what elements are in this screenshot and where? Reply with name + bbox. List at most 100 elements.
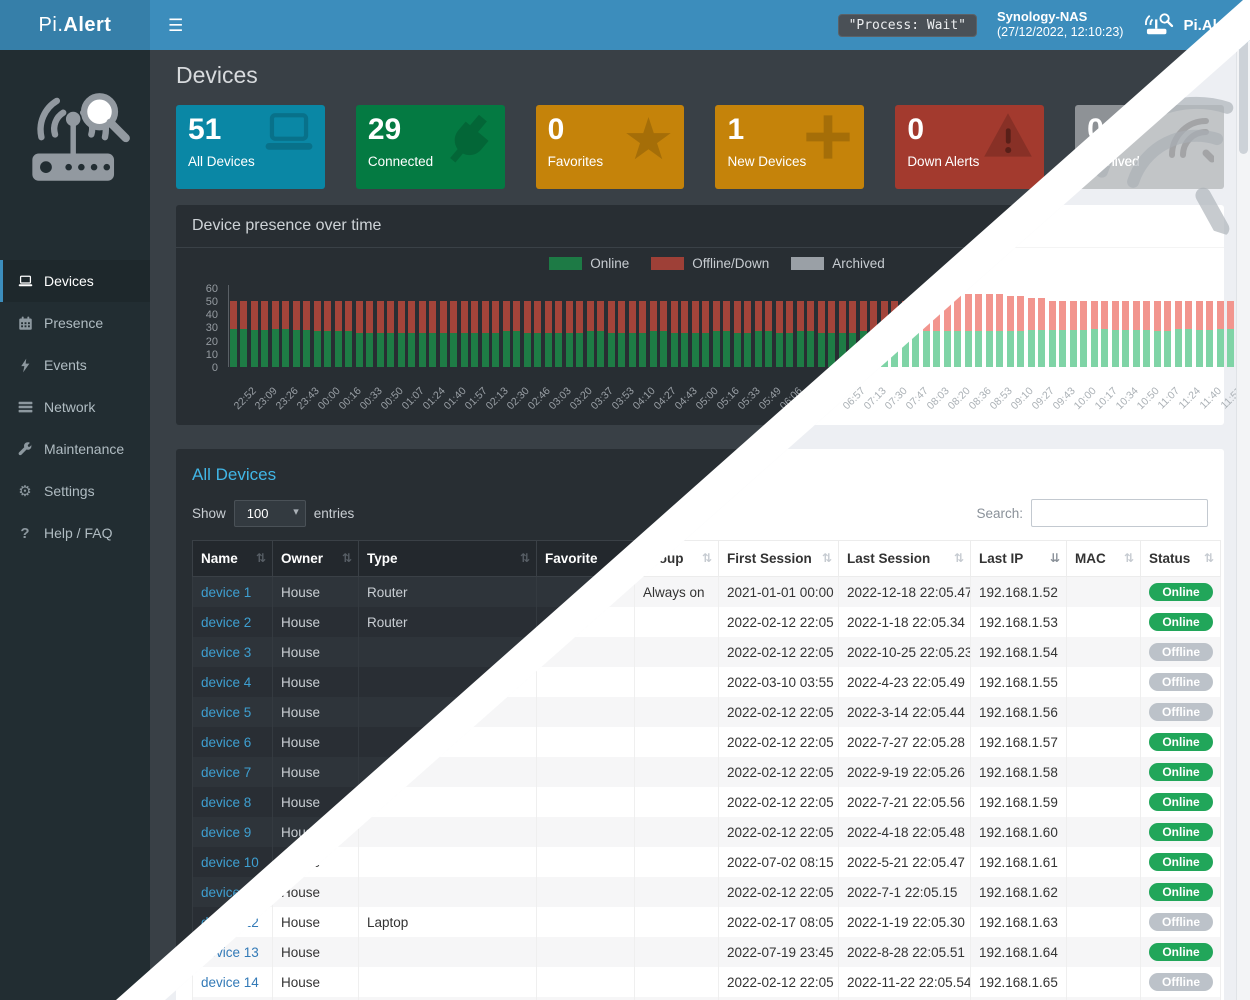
stacked-bar (597, 301, 604, 367)
bar-group (440, 301, 461, 367)
legend-swatch (651, 257, 684, 270)
bar-group (293, 301, 314, 367)
x-tick: 03:53 (606, 371, 627, 415)
x-tick: 04:43 (669, 371, 690, 415)
bar-group (818, 301, 839, 367)
column-label: Favorite (545, 551, 598, 566)
column-header-favorite[interactable]: Favorite⇅ (537, 541, 635, 577)
device-link[interactable]: device 10 (201, 855, 259, 870)
cell-owner: House (273, 607, 359, 637)
x-tick: 03:37 (585, 371, 606, 415)
x-tick: 01:57 (459, 371, 480, 415)
stacked-bar (744, 301, 751, 367)
stacked-bar (576, 301, 583, 367)
bar-group (608, 301, 629, 367)
stacked-bar (524, 301, 531, 367)
sidebar-item-settings[interactable]: ⚙Settings (0, 470, 150, 512)
bar-group (482, 301, 503, 367)
stacked-bar (818, 301, 825, 367)
device-link[interactable]: device 9 (201, 825, 251, 840)
card-favorites[interactable]: 0Favorites★ (536, 105, 685, 189)
x-tick: 05:49 (753, 371, 774, 415)
cell-name: device 2 (193, 607, 273, 637)
stacked-bar (230, 301, 237, 367)
stacked-bar (303, 301, 310, 367)
sidebar-item-events[interactable]: Events (0, 344, 150, 386)
sidebar-item-help-faq[interactable]: ?Help / FAQ (0, 512, 150, 554)
stacked-bar (555, 301, 562, 367)
entries-control: Show 100 entries (192, 500, 354, 527)
cell-type (359, 637, 537, 667)
stacked-bar (240, 301, 247, 367)
stacked-bar (702, 301, 709, 367)
warning-icon (982, 111, 1034, 164)
sidebar-toggle-hamburger-icon[interactable]: ☰ (168, 17, 183, 34)
stacked-bar (503, 301, 510, 367)
sidebar-item-network[interactable]: Network (0, 386, 150, 428)
legend-swatch (791, 257, 824, 270)
stacked-bar (755, 301, 762, 367)
device-link[interactable]: device 6 (201, 735, 251, 750)
device-link[interactable]: device 4 (201, 675, 251, 690)
summary-cards: 51All Devices 29Connected 0Favorites★ 1New … (176, 105, 1224, 189)
chart-y-axis: 0102030405060 (192, 286, 222, 368)
sidebar-item-devices[interactable]: Devices (0, 260, 150, 302)
sidebar-item-maintenance[interactable]: Maintenance (0, 428, 150, 470)
wrench-icon (15, 442, 35, 457)
legend-offline-down: Offline/Down (651, 256, 769, 271)
device-link[interactable]: device 7 (201, 765, 251, 780)
stacked-bar (776, 301, 783, 367)
bar-group (419, 301, 440, 367)
column-header-owner[interactable]: Owner⇅ (273, 541, 359, 577)
cell-name: device 11 (193, 877, 273, 907)
cell-owner: House (273, 637, 359, 667)
stacked-bar (429, 301, 436, 367)
stacked-bar (387, 301, 394, 367)
column-header-type[interactable]: Type⇅ (359, 541, 537, 577)
stacked-bar (660, 301, 667, 367)
device-link[interactable]: device 2 (201, 615, 251, 630)
host-name: Synology-NAS (997, 9, 1124, 25)
card-connected[interactable]: 29Connected (356, 105, 505, 189)
card-down-alerts[interactable]: 0Down Alerts (895, 105, 1044, 189)
x-tick: 00:50 (375, 371, 396, 415)
device-link[interactable]: device 3 (201, 645, 251, 660)
device-link[interactable]: device 1 (201, 585, 251, 600)
x-tick: 04:27 (648, 371, 669, 415)
x-tick: 00:00 (312, 371, 333, 415)
x-tick: 00:33 (354, 371, 375, 415)
legend-online: Online (549, 256, 629, 271)
sidebar-item-label: Events (44, 357, 87, 373)
device-link[interactable]: device 8 (201, 795, 251, 810)
stacked-bar (608, 301, 615, 367)
sidebar-item-label: Settings (44, 483, 95, 499)
process-status-badge: "Process: Wait" (838, 14, 977, 37)
x-tick: 02:46 (522, 371, 543, 415)
cell-name: device 5 (193, 697, 273, 727)
plug-icon (443, 111, 495, 176)
stacked-bar (618, 301, 625, 367)
bar-group (545, 301, 566, 367)
device-link[interactable]: device 5 (201, 705, 251, 720)
card-all-devices[interactable]: 51All Devices (176, 105, 325, 189)
bar-group (650, 301, 671, 367)
bar-group (272, 301, 293, 367)
bar-group (755, 301, 776, 367)
x-tick: 06:23 (795, 371, 816, 415)
host-datetime: (27/12/2022, 12:10:23) (997, 25, 1124, 41)
x-tick: 22:52 (228, 371, 249, 415)
stacked-bar (828, 301, 835, 367)
y-tick-label: 10 (206, 349, 218, 361)
column-header-name[interactable]: Name⇅ (193, 541, 273, 577)
y-tick-label: 50 (206, 296, 218, 308)
laptop-icon (15, 275, 35, 287)
entries-select[interactable]: 100 (234, 500, 306, 527)
sidebar-item-presence[interactable]: Presence (0, 302, 150, 344)
card-new-devices[interactable]: 1New Devices (715, 105, 864, 189)
stacked-bar (723, 301, 730, 367)
bar-group (671, 301, 692, 367)
brand-logo[interactable]: Pi.Alert (0, 0, 150, 50)
stacked-bar (807, 301, 814, 367)
sidebar-item-label: Help / FAQ (44, 525, 112, 541)
device-link[interactable]: device 11 (201, 885, 258, 900)
